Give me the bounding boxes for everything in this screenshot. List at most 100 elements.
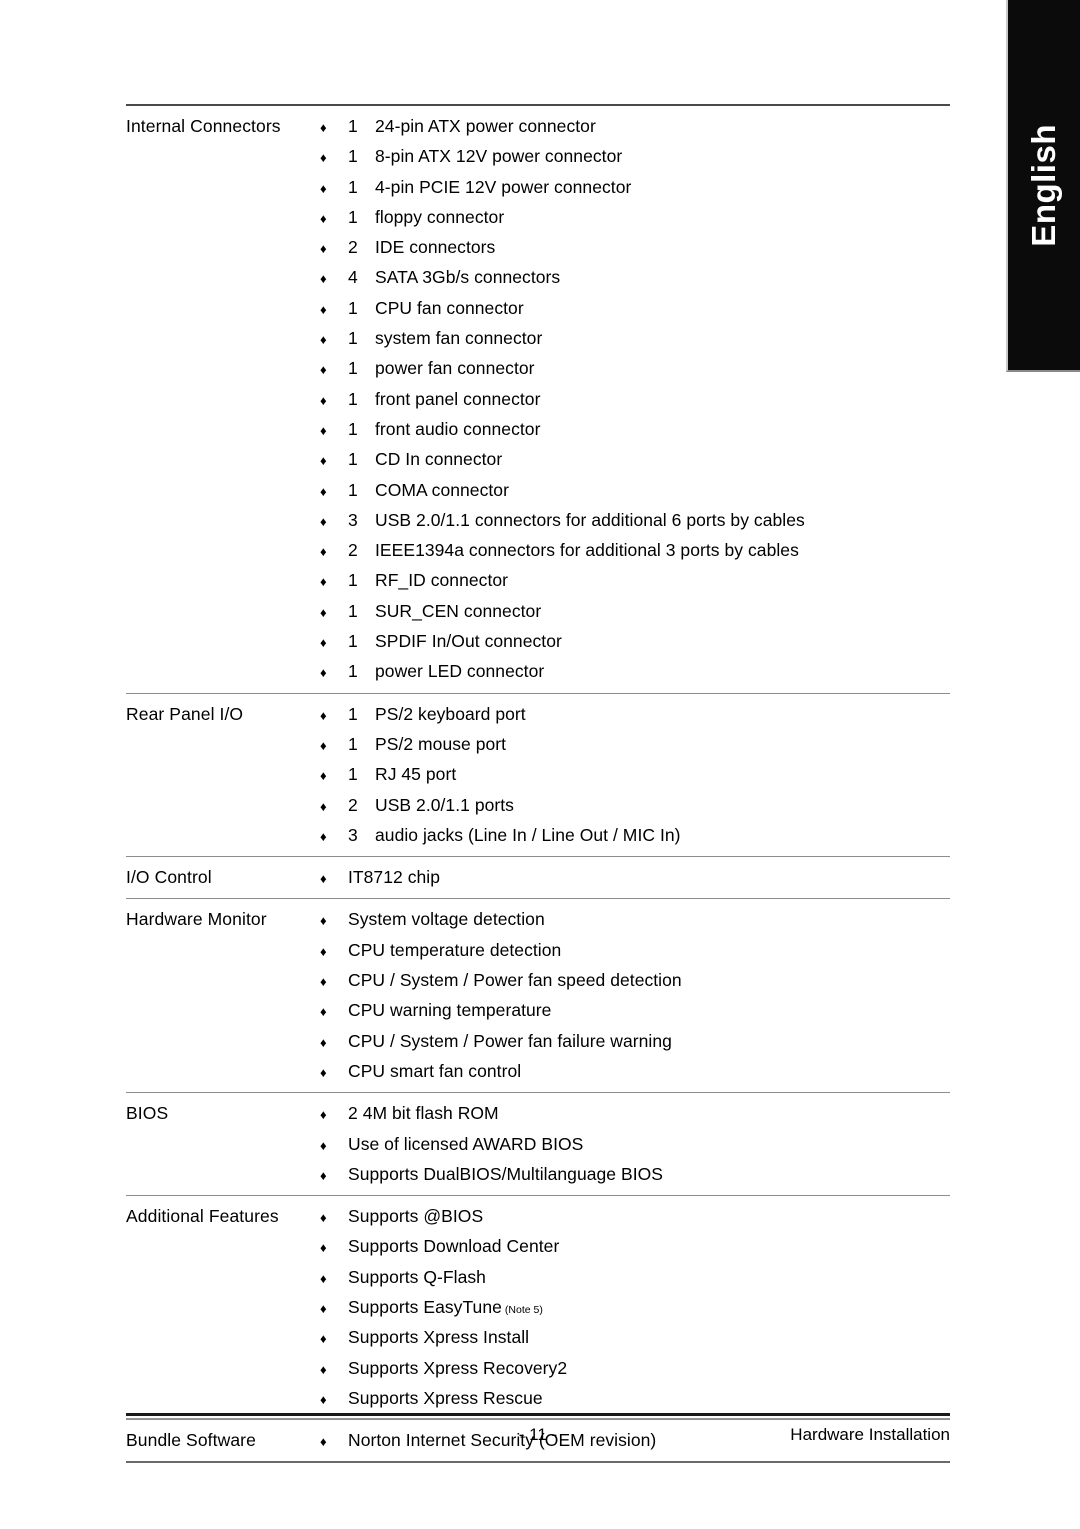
diamond-bullet-icon: ♦ — [320, 544, 327, 560]
diamond-bullet-icon: ♦ — [320, 1331, 327, 1347]
footer-rule-thin — [126, 1418, 950, 1419]
spec-item-text: audio jacks (Line In / Line Out / MIC In… — [375, 824, 681, 845]
spec-section: Rear Panel I/O ♦ 1 PS/2 keyboard port ♦ 1 PS/2… — [126, 694, 950, 856]
diamond-bullet-icon: ♦ — [320, 362, 327, 378]
spec-item: ♦ CPU temperature detection — [320, 936, 950, 966]
diamond-bullet-icon: ♦ — [320, 1270, 327, 1286]
specification-table: Internal Connectors ♦ 1 24-pin ATX power co… — [126, 104, 950, 1464]
diamond-bullet-icon: ♦ — [320, 974, 327, 990]
spec-section-label: I/O Control — [126, 867, 212, 888]
spec-item-text: Supports @BIOS — [348, 1206, 484, 1227]
diamond-bullet-icon: ♦ — [320, 513, 327, 529]
spec-item-text: CPU temperature detection — [348, 939, 562, 960]
spec-item-text: PS/2 keyboard port — [375, 703, 526, 724]
spec-item-quantity: 1 — [348, 570, 358, 591]
spec-item-text: 4-pin PCIE 12V power connector — [375, 176, 632, 197]
spec-item-list: ♦ Supports @BIOS ♦ Supports Download Center… — [320, 1196, 950, 1419]
spec-item-quantity: 1 — [348, 297, 358, 318]
spec-item-quantity: 2 — [348, 540, 358, 561]
spec-item: ♦ 4 SATA 3Gb/s connectors — [320, 263, 950, 293]
diamond-bullet-icon: ♦ — [320, 635, 327, 651]
spec-section: Additional Features ♦ Supports @BIOS ♦ Suppo… — [126, 1196, 950, 1419]
diamond-bullet-icon: ♦ — [320, 1064, 327, 1080]
spec-item-text: Supports Download Center — [348, 1236, 560, 1257]
spec-item-list: ♦ IT8712 chip — [320, 857, 950, 898]
spec-section: Internal Connectors ♦ 1 24-pin ATX power co… — [126, 106, 950, 693]
spec-item-quantity: 4 — [348, 267, 358, 288]
spec-item: ♦ 1 CD In connector — [320, 445, 950, 475]
diamond-bullet-icon: ♦ — [320, 332, 327, 348]
spec-item: ♦ 2 IEEE1394a connectors for additional 3 … — [320, 536, 950, 566]
diamond-bullet-icon: ♦ — [320, 1240, 327, 1256]
spec-item-text: PS/2 mouse port — [375, 733, 507, 754]
spec-item-text: Supports Xpress Rescue — [348, 1387, 543, 1408]
spec-item: ♦ 1 8-pin ATX 12V power connector — [320, 142, 950, 172]
spec-item-quantity: 1 — [348, 733, 358, 754]
spec-item-text: Supports Xpress Recovery2 — [348, 1357, 568, 1378]
diamond-bullet-icon: ♦ — [320, 798, 327, 814]
spec-item-text: IDE connectors — [375, 237, 496, 258]
spec-section-label: Hardware Monitor — [126, 909, 267, 930]
diamond-bullet-icon: ♦ — [320, 271, 327, 287]
diamond-bullet-icon: ♦ — [320, 301, 327, 317]
spec-item-quantity: 1 — [348, 328, 358, 349]
spec-item-text: Supports EasyTune — [348, 1296, 502, 1317]
spec-section: BIOS ♦ 2 4M bit flash ROM ♦ Use of licensed … — [126, 1093, 950, 1195]
spec-item-text: RJ 45 port — [375, 764, 457, 785]
spec-item-text: IEEE1394a connectors for additional 3 po… — [375, 540, 799, 561]
spec-item-text: IT8712 chip — [348, 867, 440, 888]
spec-section: I/O Control ♦ IT8712 chip — [126, 857, 950, 898]
spec-item-list: ♦ 1 24-pin ATX power connector ♦ 1 8-pin ATX … — [320, 106, 950, 693]
spec-section-label: Additional Features — [126, 1206, 279, 1227]
footer-caption: Hardware Installation — [790, 1425, 950, 1444]
spec-item: ♦ CPU warning temperature — [320, 996, 950, 1026]
diamond-bullet-icon: ♦ — [320, 1300, 327, 1316]
table-body: Internal Connectors ♦ 1 24-pin ATX power co… — [126, 106, 950, 1461]
spec-item: ♦ 1 power LED connector — [320, 657, 950, 687]
spec-item-quantity: 2 — [348, 237, 358, 258]
spec-item-quantity: 3 — [348, 509, 358, 530]
spec-item: ♦ 1 power fan connector — [320, 354, 950, 384]
spec-item-text: CPU / System / Power fan failure warning — [348, 1030, 672, 1051]
spec-item: ♦ 1 front audio connector — [320, 415, 950, 445]
diamond-bullet-icon: ♦ — [320, 150, 327, 166]
spec-item: ♦ 3 USB 2.0/1.1 connectors for additional … — [320, 506, 950, 536]
language-tab: English — [1006, 0, 1080, 372]
spec-item-text: 2 4M bit flash ROM — [348, 1103, 499, 1124]
diamond-bullet-icon: ♦ — [320, 120, 327, 135]
spec-item: ♦ 1 CPU fan connector — [320, 294, 950, 324]
spec-item: ♦ Supports @BIOS — [320, 1202, 950, 1232]
spec-item-quantity: 1 — [348, 358, 358, 379]
spec-item-quantity: 1 — [348, 703, 358, 724]
spec-item-text: front panel connector — [375, 388, 541, 409]
spec-item: ♦ 1 SUR_CEN connector — [320, 597, 950, 627]
spec-item-quantity: 1 — [348, 764, 358, 785]
spec-item-text: RF_ID connector — [375, 570, 509, 591]
diamond-bullet-icon: ♦ — [320, 943, 327, 959]
diamond-bullet-icon: ♦ — [320, 1210, 327, 1226]
spec-item-text: CPU warning temperature — [348, 1000, 552, 1021]
diamond-bullet-icon: ♦ — [320, 871, 327, 887]
spec-item-text: front audio connector — [375, 418, 541, 439]
spec-item: ♦ 1 4-pin PCIE 12V power connector — [320, 173, 950, 203]
spec-item: ♦ CPU / System / Power fan failure warnin… — [320, 1027, 950, 1057]
spec-item-quantity: 1 — [348, 176, 358, 197]
table-bottom-rule — [126, 1461, 950, 1464]
spec-item-quantity: 1 — [348, 206, 358, 227]
diamond-bullet-icon: ♦ — [320, 453, 327, 469]
spec-item: ♦ Supports Xpress Recovery2 — [320, 1354, 950, 1384]
spec-item-text: Supports Xpress Install — [348, 1327, 530, 1348]
spec-item-text: 8-pin ATX 12V power connector — [375, 146, 623, 167]
spec-section-label: BIOS — [126, 1103, 169, 1124]
diamond-bullet-icon: ♦ — [320, 1167, 327, 1183]
spec-section-label: Rear Panel I/O — [126, 703, 244, 724]
diamond-bullet-icon: ♦ — [320, 1137, 327, 1153]
spec-item-text: system fan connector — [375, 328, 543, 349]
diamond-bullet-icon: ♦ — [320, 241, 327, 257]
spec-item: ♦ CPU / System / Power fan speed detectio… — [320, 966, 950, 996]
spec-item-text: SUR_CEN connector — [375, 600, 542, 621]
spec-item: ♦ 2 IDE connectors — [320, 233, 950, 263]
spec-item-quantity: 1 — [348, 449, 358, 470]
spec-item: ♦ 1 24-pin ATX power connector — [320, 112, 950, 142]
diamond-bullet-icon: ♦ — [320, 828, 327, 844]
